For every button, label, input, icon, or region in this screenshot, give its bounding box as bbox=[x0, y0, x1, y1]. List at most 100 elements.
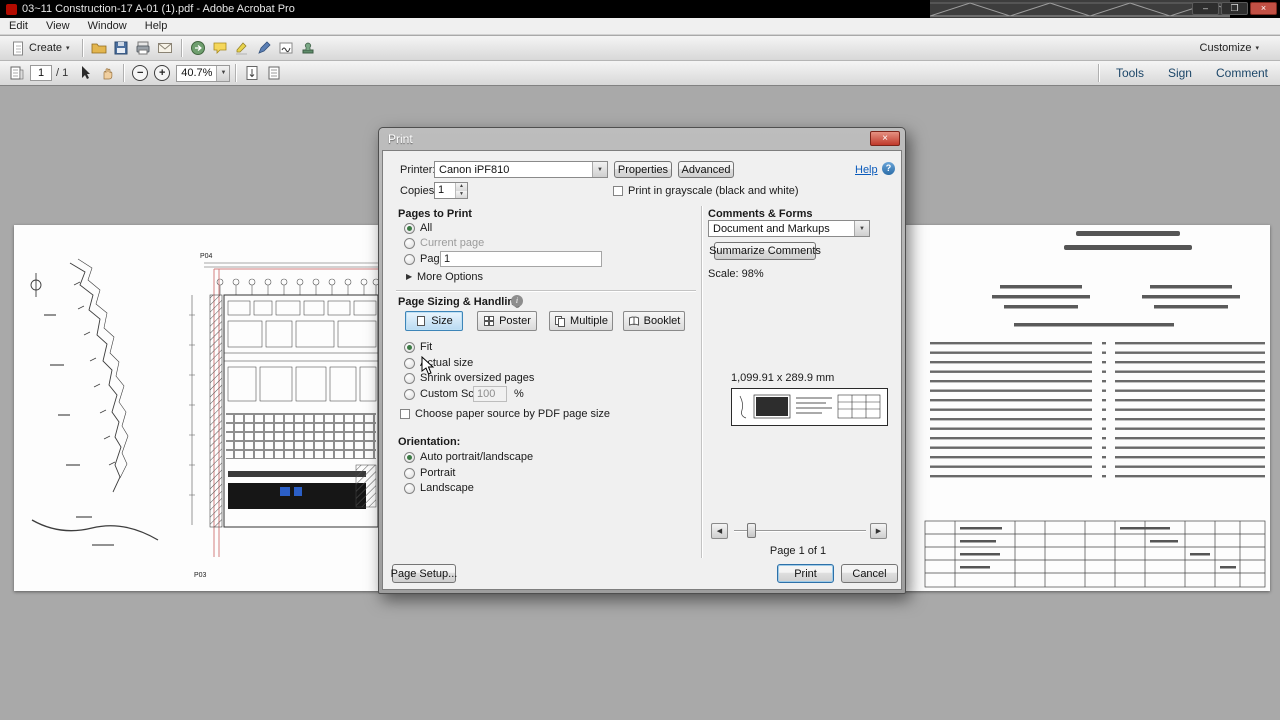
help-link[interactable]: Help bbox=[855, 164, 878, 176]
landscape-radio[interactable] bbox=[404, 483, 415, 494]
pages-range-input[interactable]: 1 bbox=[440, 251, 602, 267]
select-tool-icon[interactable] bbox=[74, 63, 96, 84]
poster-mode-button[interactable]: Poster bbox=[477, 311, 537, 331]
multiple-mode-button[interactable]: Multiple bbox=[549, 311, 613, 331]
share-icon[interactable] bbox=[187, 38, 209, 59]
save-icon[interactable] bbox=[110, 38, 132, 59]
paper-source-label: Choose paper source by PDF page size bbox=[415, 408, 611, 420]
toolbar-separator bbox=[81, 39, 83, 57]
close-window-button[interactable]: × bbox=[1250, 2, 1277, 15]
printer-select-value: Canon iPF810 bbox=[439, 163, 510, 176]
more-options-link[interactable]: More Options bbox=[417, 271, 483, 283]
zoom-caret-icon: ▼ bbox=[216, 65, 230, 81]
cancel-button[interactable]: Cancel bbox=[841, 564, 898, 583]
toolbar-separator bbox=[123, 64, 125, 82]
size-mode-button[interactable]: Size bbox=[405, 311, 463, 331]
copies-stepper[interactable]: 1 ▲ ▼ bbox=[434, 182, 468, 199]
fit-radio[interactable] bbox=[404, 342, 415, 353]
grid-label-p04: P04 bbox=[200, 253, 213, 260]
printer-select[interactable]: Canon iPF810 ▼ bbox=[434, 161, 608, 178]
minimize-button[interactable]: – bbox=[1192, 2, 1219, 15]
previous-page-button[interactable]: ◀ bbox=[711, 523, 728, 539]
pages-all-radio[interactable] bbox=[404, 223, 415, 234]
size-mode-label: Size bbox=[431, 315, 453, 327]
comment-icon[interactable] bbox=[209, 38, 231, 59]
menu-window[interactable]: Window bbox=[79, 20, 136, 32]
pages-range-radio[interactable] bbox=[404, 254, 415, 265]
open-file-icon[interactable] bbox=[88, 38, 110, 59]
screen: 03~11 Construction-17 A-01 (1).pdf - Ado… bbox=[0, 0, 1280, 720]
properties-button[interactable]: Properties bbox=[614, 161, 672, 178]
advanced-button[interactable]: Advanced bbox=[678, 161, 734, 178]
menu-edit[interactable]: Edit bbox=[0, 20, 37, 32]
page-thumbnails-icon[interactable] bbox=[6, 63, 28, 84]
create-button[interactable]: Create ▾ bbox=[4, 38, 77, 59]
paper-source-checkbox[interactable] bbox=[400, 409, 410, 419]
menu-view[interactable]: View bbox=[37, 20, 79, 32]
landscape-label: Landscape bbox=[420, 482, 474, 494]
highlight-icon[interactable] bbox=[231, 38, 253, 59]
print-button[interactable]: Print bbox=[777, 564, 834, 583]
page-number-input[interactable]: 1 bbox=[30, 65, 52, 81]
comments-forms-select[interactable]: Document and Markups ▼ bbox=[708, 220, 870, 237]
percent-label: % bbox=[514, 388, 524, 400]
fill-sign-icon[interactable] bbox=[275, 38, 297, 59]
zoom-out-button[interactable]: − bbox=[132, 65, 149, 81]
create-caret-icon: ▾ bbox=[66, 45, 70, 52]
advanced-button-label: Advanced bbox=[681, 163, 731, 176]
portrait-radio[interactable] bbox=[404, 468, 415, 479]
portrait-label: Portrait bbox=[420, 467, 456, 479]
stamp-icon[interactable] bbox=[297, 38, 319, 59]
next-page-button[interactable]: ▶ bbox=[870, 523, 887, 539]
copies-spin-arrows[interactable]: ▲ ▼ bbox=[455, 183, 467, 198]
custom-scale-radio[interactable] bbox=[404, 389, 415, 400]
booklet-icon bbox=[628, 316, 639, 326]
grayscale-checkbox[interactable] bbox=[613, 186, 623, 196]
multiple-mode-label: Multiple bbox=[570, 315, 608, 327]
grayscale-label: Print in grayscale (black and white) bbox=[628, 185, 799, 197]
scrolling-mode-icon[interactable] bbox=[241, 63, 263, 84]
floor-plan: P04 P03 bbox=[189, 253, 380, 579]
zoom-level-dropdown[interactable]: 40.7% ▼ bbox=[176, 64, 231, 82]
page-setup-label: Page Setup... bbox=[390, 567, 458, 580]
toolbar-separator bbox=[180, 39, 182, 57]
help-icon[interactable]: ? bbox=[882, 162, 895, 175]
auto-orientation-radio[interactable] bbox=[404, 452, 415, 463]
comment-panel-tab[interactable]: Comment bbox=[1204, 66, 1280, 80]
summarize-comments-button[interactable]: Summarize Comments bbox=[709, 242, 821, 260]
print-dialog-titlebar[interactable]: Print × bbox=[379, 128, 905, 149]
customize-button[interactable]: Customize ▾ bbox=[1193, 39, 1266, 57]
sign-pen-icon[interactable] bbox=[253, 38, 275, 59]
properties-button-label: Properties bbox=[617, 163, 669, 176]
menu-bar: Edit View Window Help bbox=[0, 18, 1280, 35]
printer-label: Printer: bbox=[400, 164, 436, 176]
menu-help[interactable]: Help bbox=[136, 20, 177, 32]
actual-size-radio[interactable] bbox=[404, 358, 415, 369]
fit-page-icon[interactable] bbox=[263, 63, 285, 84]
restore-button[interactable]: ❒ bbox=[1221, 2, 1248, 15]
print-icon[interactable] bbox=[132, 38, 154, 59]
grid-label-p03: P03 bbox=[194, 572, 207, 579]
dialog-close-button[interactable]: × bbox=[870, 131, 900, 146]
shrink-pages-radio[interactable] bbox=[404, 373, 415, 384]
tools-panel-tab[interactable]: Tools bbox=[1104, 66, 1156, 80]
sign-panel-tab[interactable]: Sign bbox=[1156, 66, 1204, 80]
email-icon[interactable] bbox=[154, 38, 176, 59]
copies-label: Copies: bbox=[400, 185, 438, 197]
page-slider-thumb[interactable] bbox=[747, 523, 756, 538]
page-setup-button[interactable]: Page Setup... bbox=[390, 564, 458, 583]
zoom-in-button[interactable]: + bbox=[154, 65, 171, 81]
poster-mode-label: Poster bbox=[499, 315, 531, 327]
booklet-mode-button[interactable]: Booklet bbox=[623, 311, 685, 331]
summarize-comments-label: Summarize Comments bbox=[709, 245, 821, 257]
window-titlebar[interactable]: 03~11 Construction-17 A-01 (1).pdf - Ado… bbox=[0, 0, 1280, 18]
more-options-caret-icon: ▶ bbox=[406, 272, 413, 281]
current-page-radio[interactable] bbox=[404, 238, 415, 249]
custom-scale-input[interactable]: 100 bbox=[473, 386, 507, 402]
hand-tool-icon[interactable] bbox=[96, 63, 118, 84]
poster-icon bbox=[484, 316, 495, 326]
info-icon[interactable]: i bbox=[511, 295, 523, 307]
preview-drawing bbox=[739, 394, 881, 419]
print-button-label: Print bbox=[794, 567, 817, 580]
title-block-text bbox=[924, 231, 1266, 588]
